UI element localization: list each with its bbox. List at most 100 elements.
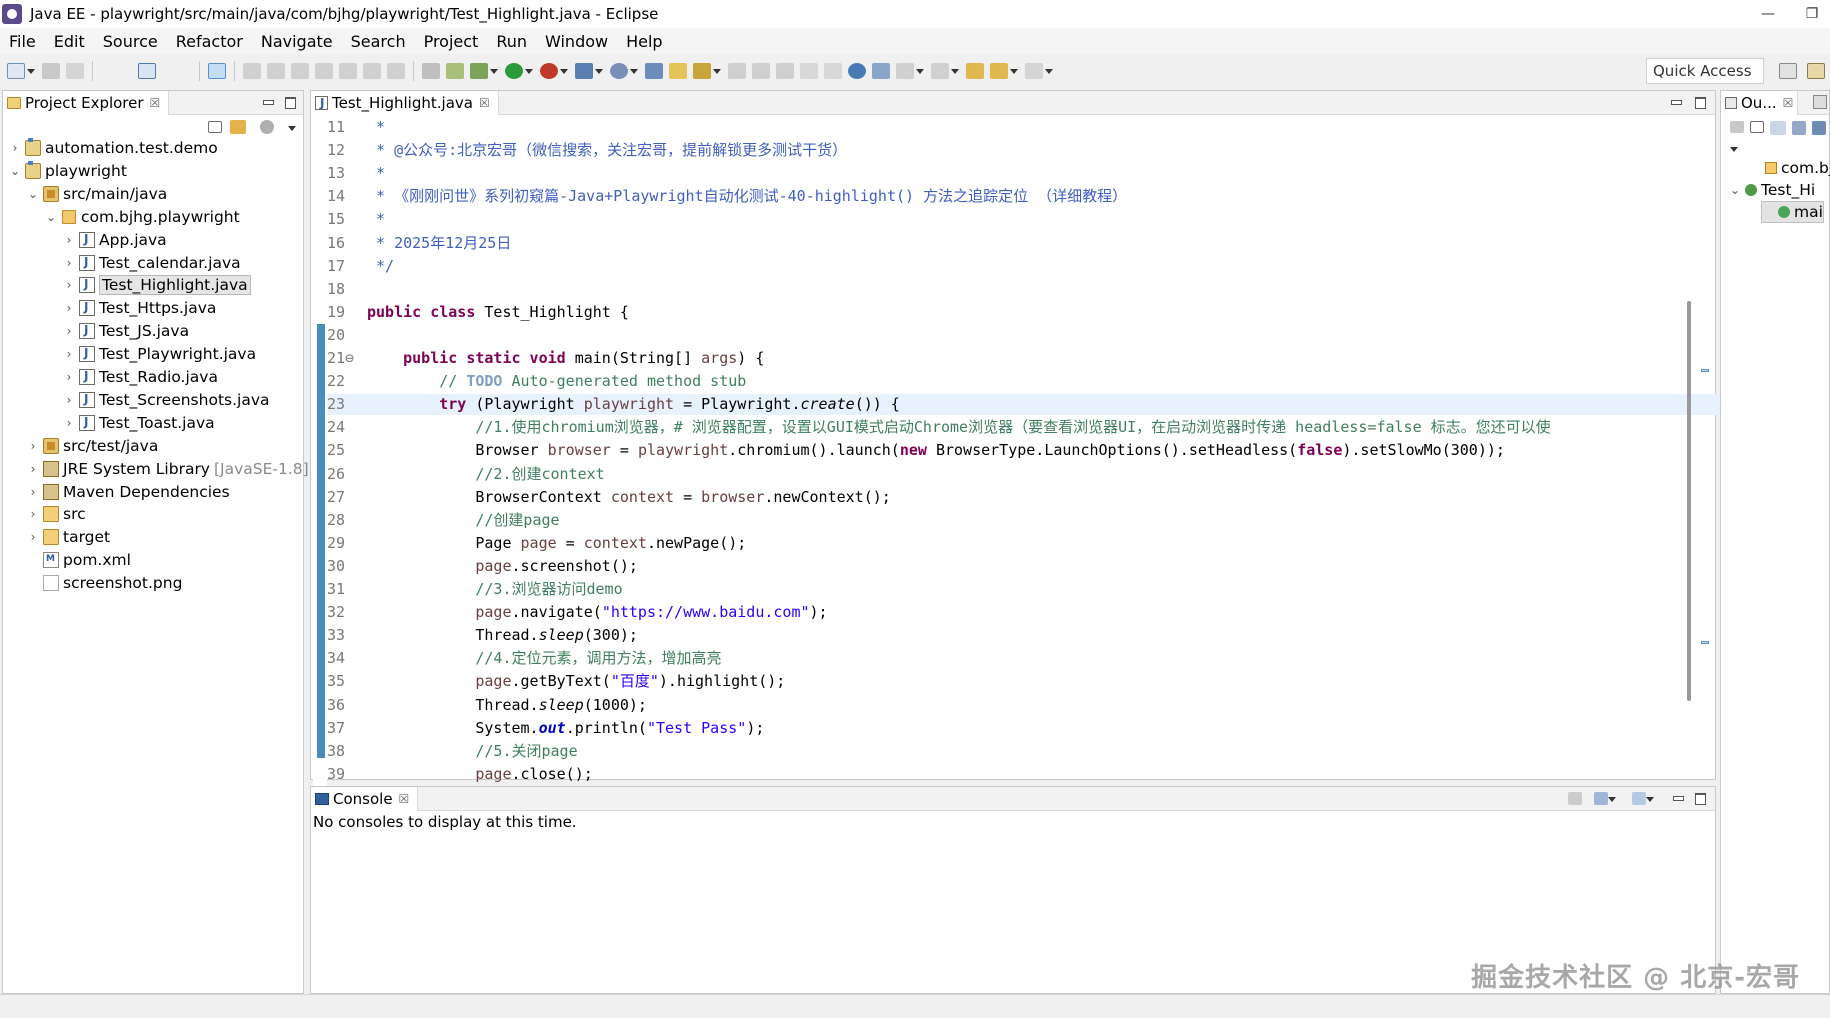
collapse-icon[interactable]: › [63,278,75,292]
collapse-icon[interactable]: › [63,393,75,407]
task-list-icon[interactable] [1813,95,1827,109]
expand-icon[interactable]: ⌄ [1729,183,1741,197]
code-line[interactable]: 26 //2.创建context [327,464,1767,485]
save-icon[interactable] [42,63,60,79]
show-source-of-selected-icon[interactable] [800,63,818,79]
tree-item[interactable]: ⌄ playwright [9,160,127,182]
code-line[interactable]: 11 * [327,117,1767,138]
new-dropdown-icon[interactable] [27,68,35,74]
step-return-icon[interactable] [387,63,405,79]
terminal-icon[interactable] [138,63,156,79]
tree-item[interactable]: › Test_Radio.java [63,366,218,388]
new-package-icon[interactable] [645,63,663,79]
external-tools-icon[interactable] [575,63,593,79]
toggle-block-selection-icon[interactable] [752,63,770,79]
search-dropdown-icon[interactable] [713,68,721,74]
code-line[interactable]: 21⊖ public static void main(String[] arg… [327,348,1767,369]
coverage-icon[interactable] [540,63,558,79]
display-console-dropdown-icon[interactable] [1608,797,1616,802]
menu-source[interactable]: Source [94,32,167,51]
tree-item[interactable]: › App.java [63,229,167,251]
breadcrumb-icon[interactable] [824,63,842,79]
show-whitespace-icon[interactable] [776,63,794,79]
step-into-icon[interactable] [339,63,357,79]
tree-item[interactable]: › src [27,503,86,525]
collapse-icon[interactable]: › [63,233,75,247]
overview-marker[interactable] [1701,641,1709,644]
maximize-view-icon[interactable] [1693,791,1707,805]
view-menu-icon[interactable] [1730,147,1738,152]
menu-help[interactable]: Help [617,32,671,51]
run-dropdown-icon[interactable] [525,68,533,74]
expand-icon[interactable]: ⌄ [45,210,57,224]
collapse-icon[interactable]: › [9,141,21,155]
collapse-icon[interactable]: › [63,324,75,338]
previous-annotation-icon[interactable] [931,63,949,79]
debug-dropdown-icon[interactable] [490,68,498,74]
new-java-project-icon[interactable] [610,63,628,79]
maximize-view-icon[interactable] [1693,95,1707,109]
tree-item[interactable]: › Test_Https.java [63,297,217,319]
last-edit-location-icon[interactable] [966,63,984,79]
hide-fields-icon[interactable] [1730,121,1744,133]
code-line[interactable]: 23 try (Playwright playwright = Playwrig… [327,394,1767,416]
external-tools-dropdown-icon[interactable] [595,68,603,74]
open-console-icon[interactable] [1632,792,1646,805]
menu-refactor[interactable]: Refactor [167,32,252,51]
tab-console[interactable]: Console ☒ [311,786,419,811]
new-icon[interactable] [7,63,25,79]
tab-project-explorer[interactable]: Project Explorer ☒ [3,90,170,115]
pin-console-icon[interactable] [1568,792,1582,805]
tab-test-highlight-java[interactable]: Test_Highlight.java ☒ [311,90,499,115]
outline-item[interactable]: mai [1761,201,1824,223]
tree-item[interactable]: › target [27,526,111,548]
code-line[interactable]: 39 page.close(); [327,764,1767,785]
back-icon[interactable] [990,63,1008,79]
hide-static-icon[interactable] [1792,121,1806,135]
menu-search[interactable]: Search [342,32,415,51]
code-line[interactable]: 29 Page page = context.newPage(); [327,533,1767,554]
menu-window[interactable]: Window [536,32,617,51]
link-with-editor-icon[interactable] [230,120,246,134]
maximize-view-icon[interactable] [283,95,297,109]
code-line[interactable]: 36 Thread.sleep(1000); [327,695,1767,716]
java-ee-perspective-icon[interactable] [1807,63,1825,79]
step-over-icon[interactable] [363,63,381,79]
minimize-view-icon[interactable] [261,95,275,109]
code-line[interactable]: 25 Browser browser = playwright.chromium… [327,440,1767,461]
tree-item[interactable]: ⌄ com.bjhg.playwright [45,206,240,228]
code-line[interactable]: 24 //1.使用chromium浏览器，# 浏览器配置，设置以GUI模式启动C… [327,417,1767,438]
menu-project[interactable]: Project [415,32,488,51]
close-icon[interactable]: ☒ [479,96,490,110]
open-type-icon[interactable] [669,63,687,79]
close-icon[interactable]: ☒ [150,96,161,110]
outline-item[interactable]: com.bj [1749,157,1830,179]
filters-icon[interactable] [260,120,274,134]
code-line[interactable]: 37 System.out.println("Test Pass"); [327,718,1767,739]
outline-item[interactable]: ⌄ Test_Hi [1729,179,1815,201]
code-line[interactable]: 17 */ [327,256,1767,277]
code-line[interactable]: 19 public class Test_Highlight { [327,302,1767,323]
next-annotation-icon[interactable] [896,63,914,79]
previous-annotation-dropdown-icon[interactable] [951,68,959,74]
overview-marker[interactable] [1701,369,1709,372]
collapse-icon[interactable]: › [63,256,75,270]
menu-edit[interactable]: Edit [45,32,94,51]
code-line[interactable]: 13 * [327,163,1767,184]
code-line[interactable]: 22 // TODO Auto-generated method stub [327,371,1767,392]
minimize-view-icon[interactable] [1669,95,1683,109]
code-line[interactable]: 34 //4.定位元素，调用方法，增加高亮 [327,648,1767,669]
code-line[interactable]: 16 * 2025年12月25日 [327,233,1767,254]
quick-access-input[interactable]: Quick Access [1646,58,1764,84]
close-icon[interactable]: ☒ [1783,96,1794,110]
display-selected-console-icon[interactable] [1594,792,1608,805]
tree-item[interactable]: › JRE System Library [JavaSE-1.8] [27,458,309,480]
minimize-button[interactable]: — [1750,0,1786,28]
code-line[interactable]: 14 * 《刚刚问世》系列初窥篇-Java+Playwright自动化测试-40… [327,186,1767,207]
tree-item[interactable]: screenshot.png [27,572,182,594]
collapse-icon[interactable]: › [63,416,75,430]
collapse-icon[interactable]: › [27,485,39,499]
code-line[interactable]: 20 [327,325,1767,346]
expand-icon[interactable]: ⌄ [9,164,21,178]
sort-icon[interactable] [1770,121,1786,135]
